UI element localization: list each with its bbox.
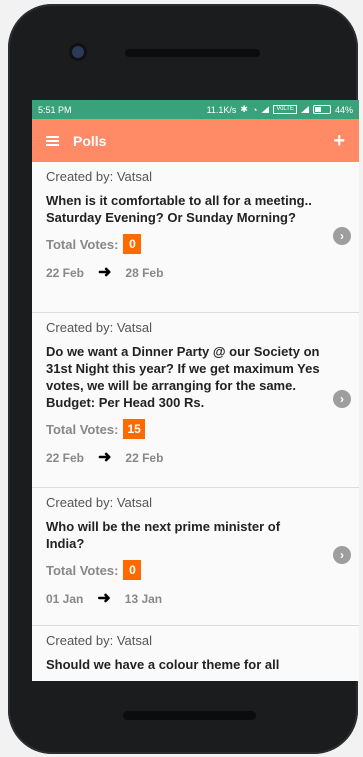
votes-label: Total Votes: <box>46 562 119 578</box>
end-date: 28 Feb <box>125 266 164 280</box>
end-date: 22 Feb <box>125 451 164 465</box>
chevron-right-icon[interactable]: › <box>333 546 351 564</box>
end-date: 13 Jan <box>124 592 163 606</box>
add-poll-icon[interactable]: + <box>333 131 345 151</box>
chevron-right-icon[interactable]: › <box>333 227 351 245</box>
start-date: 01 Jan <box>46 592 84 606</box>
votes-row: Total Votes: 0 <box>46 234 345 254</box>
poll-item[interactable]: Created by: Vatsal Who will be the next … <box>32 488 359 626</box>
arrow-right-icon: ➜ <box>98 449 112 466</box>
bottom-speaker <box>123 711 256 720</box>
screen: 5:51 PM 11.1K/s ✱ ◔ VoLTE 44% Polls + Cr… <box>32 100 359 681</box>
battery-percent: 44% <box>334 104 353 115</box>
signal-icon-2 <box>300 106 309 113</box>
poll-dates: 22 Feb ➜ 28 Feb <box>46 264 345 281</box>
arrow-right-icon: ➜ <box>98 264 112 281</box>
arrow-right-icon: ➜ <box>97 590 111 607</box>
status-bar: 5:51 PM 11.1K/s ✱ ◔ VoLTE 44% <box>32 100 359 119</box>
votes-count-badge: 0 <box>123 234 142 254</box>
poll-question: Should we have a colour theme for all <box>46 657 280 672</box>
poll-creator: Created by: Vatsal <box>46 169 152 184</box>
wifi-icon: ◔ <box>251 104 258 115</box>
signal-icon <box>261 106 270 113</box>
votes-row: Total Votes: 15 <box>46 419 345 439</box>
network-speed: 11.1K/s <box>206 104 237 115</box>
poll-question: Do we want a Dinner Party @ our Society … <box>46 344 320 410</box>
poll-question: When is it comfortable to all for a meet… <box>46 193 312 225</box>
phone-frame: 5:51 PM 11.1K/s ✱ ◔ VoLTE 44% Polls + Cr… <box>8 4 359 754</box>
votes-count-badge: 0 <box>123 560 142 580</box>
poll-list: Created by: Vatsal When is it comfortabl… <box>32 162 359 681</box>
poll-item[interactable]: Created by: Vatsal Should we have a colo… <box>32 626 359 681</box>
earpiece-speaker <box>125 49 260 57</box>
chevron-right-icon[interactable]: › <box>333 390 351 408</box>
app-bar: Polls + <box>32 119 359 162</box>
front-camera <box>72 46 84 58</box>
poll-question: Who will be the next prime minister of I… <box>46 519 281 551</box>
votes-count-badge: 15 <box>123 419 145 439</box>
poll-creator: Created by: Vatsal <box>46 633 152 648</box>
poll-item[interactable]: Created by: Vatsal When is it comfortabl… <box>32 162 359 313</box>
poll-item[interactable]: Created by: Vatsal Do we want a Dinner P… <box>32 313 359 488</box>
hamburger-menu-icon[interactable] <box>46 135 59 146</box>
poll-dates: 01 Jan ➜ 13 Jan <box>46 590 345 607</box>
battery-icon <box>312 105 331 114</box>
start-date: 22 Feb <box>46 451 85 465</box>
poll-creator: Created by: Vatsal <box>46 320 152 335</box>
votes-label: Total Votes: <box>46 421 119 437</box>
poll-dates: 22 Feb ➜ 22 Feb <box>46 449 345 466</box>
status-indicators: 11.1K/s ✱ ◔ VoLTE 44% <box>207 104 353 115</box>
bluetooth-icon: ✱ <box>240 104 248 114</box>
volte-badge: VoLTE <box>273 105 297 114</box>
page-title: Polls <box>73 132 107 149</box>
start-date: 22 Feb <box>46 266 85 280</box>
poll-creator: Created by: Vatsal <box>46 495 152 510</box>
votes-row: Total Votes: 0 <box>46 560 345 580</box>
votes-label: Total Votes: <box>46 236 119 252</box>
status-time: 5:51 PM <box>38 104 72 115</box>
